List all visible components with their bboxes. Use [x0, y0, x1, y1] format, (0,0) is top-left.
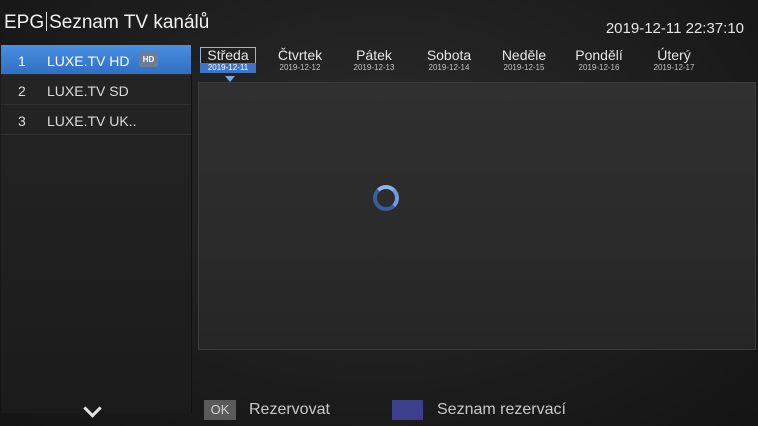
- hd-badge: HD: [139, 52, 158, 67]
- channel-name: LUXE.TV UK..: [47, 113, 137, 129]
- tab-day[interactable]: Středa 2019-12-11: [197, 46, 259, 73]
- day-name: Čtvrtek: [277, 47, 323, 63]
- day-date: 2019-12-17: [653, 63, 695, 72]
- channel-number: 3: [18, 113, 26, 129]
- program-grid: [198, 82, 756, 350]
- channel-number: 2: [18, 83, 26, 99]
- title-separator: [46, 12, 48, 31]
- ok-hint-label: Rezervovat: [249, 401, 330, 418]
- day-date: 2019-12-12: [279, 63, 321, 72]
- channel-number: 1: [18, 53, 26, 69]
- day-tabs: Středa 2019-12-11 Čtvrtek 2019-12-12 Pát…: [197, 46, 757, 78]
- channel-item[interactable]: 3 LUXE.TV UK..: [1, 105, 191, 135]
- clock: 2019-12-11 22:37:10: [605, 20, 744, 37]
- channel-name: LUXE.TV HD: [47, 53, 130, 69]
- footer-hints: OK Rezervovat Seznam rezervací: [0, 396, 758, 426]
- day-name: Pondělí: [575, 47, 623, 63]
- channel-item[interactable]: 2 LUXE.TV SD: [1, 75, 191, 105]
- tab-day[interactable]: Pondělí 2019-12-16: [568, 46, 630, 73]
- day-name: Pátek: [356, 47, 392, 63]
- page-title: EPG Seznam TV kanálů: [4, 12, 209, 34]
- day-date: 2019-12-11: [200, 63, 256, 73]
- tab-day[interactable]: Úterý 2019-12-17: [643, 46, 705, 73]
- day-name: Sobota: [426, 47, 472, 63]
- title-text: Seznam TV kanálů: [49, 12, 210, 33]
- tab-day[interactable]: Sobota 2019-12-14: [418, 46, 480, 73]
- loading-spinner-icon: [373, 185, 399, 211]
- blue-key[interactable]: [392, 400, 423, 420]
- day-date: 2019-12-16: [578, 63, 620, 72]
- channel-name: LUXE.TV SD: [47, 83, 129, 99]
- tab-day[interactable]: Neděle 2019-12-15: [493, 46, 555, 73]
- day-date: 2019-12-13: [353, 63, 395, 72]
- day-date: 2019-12-15: [503, 63, 545, 72]
- day-name: Úterý: [657, 47, 691, 63]
- channel-item[interactable]: 1 LUXE.TV HD HD: [1, 45, 191, 75]
- tab-day[interactable]: Pátek 2019-12-13: [343, 46, 405, 73]
- day-date: 2019-12-14: [428, 63, 470, 72]
- channel-list: 1 LUXE.TV HD HD 2 LUXE.TV SD 3 LUXE.TV U…: [1, 45, 192, 418]
- top-bar: EPG Seznam TV kanálů 2019-12-11 22:37:10: [0, 0, 758, 42]
- tab-day[interactable]: Čtvrtek 2019-12-12: [269, 46, 331, 73]
- day-name: Neděle: [501, 47, 547, 63]
- blue-hint-label: Seznam rezervací: [437, 401, 566, 418]
- ok-key[interactable]: OK: [204, 400, 236, 420]
- day-name: Středa: [200, 47, 256, 63]
- app-label: EPG: [4, 12, 45, 33]
